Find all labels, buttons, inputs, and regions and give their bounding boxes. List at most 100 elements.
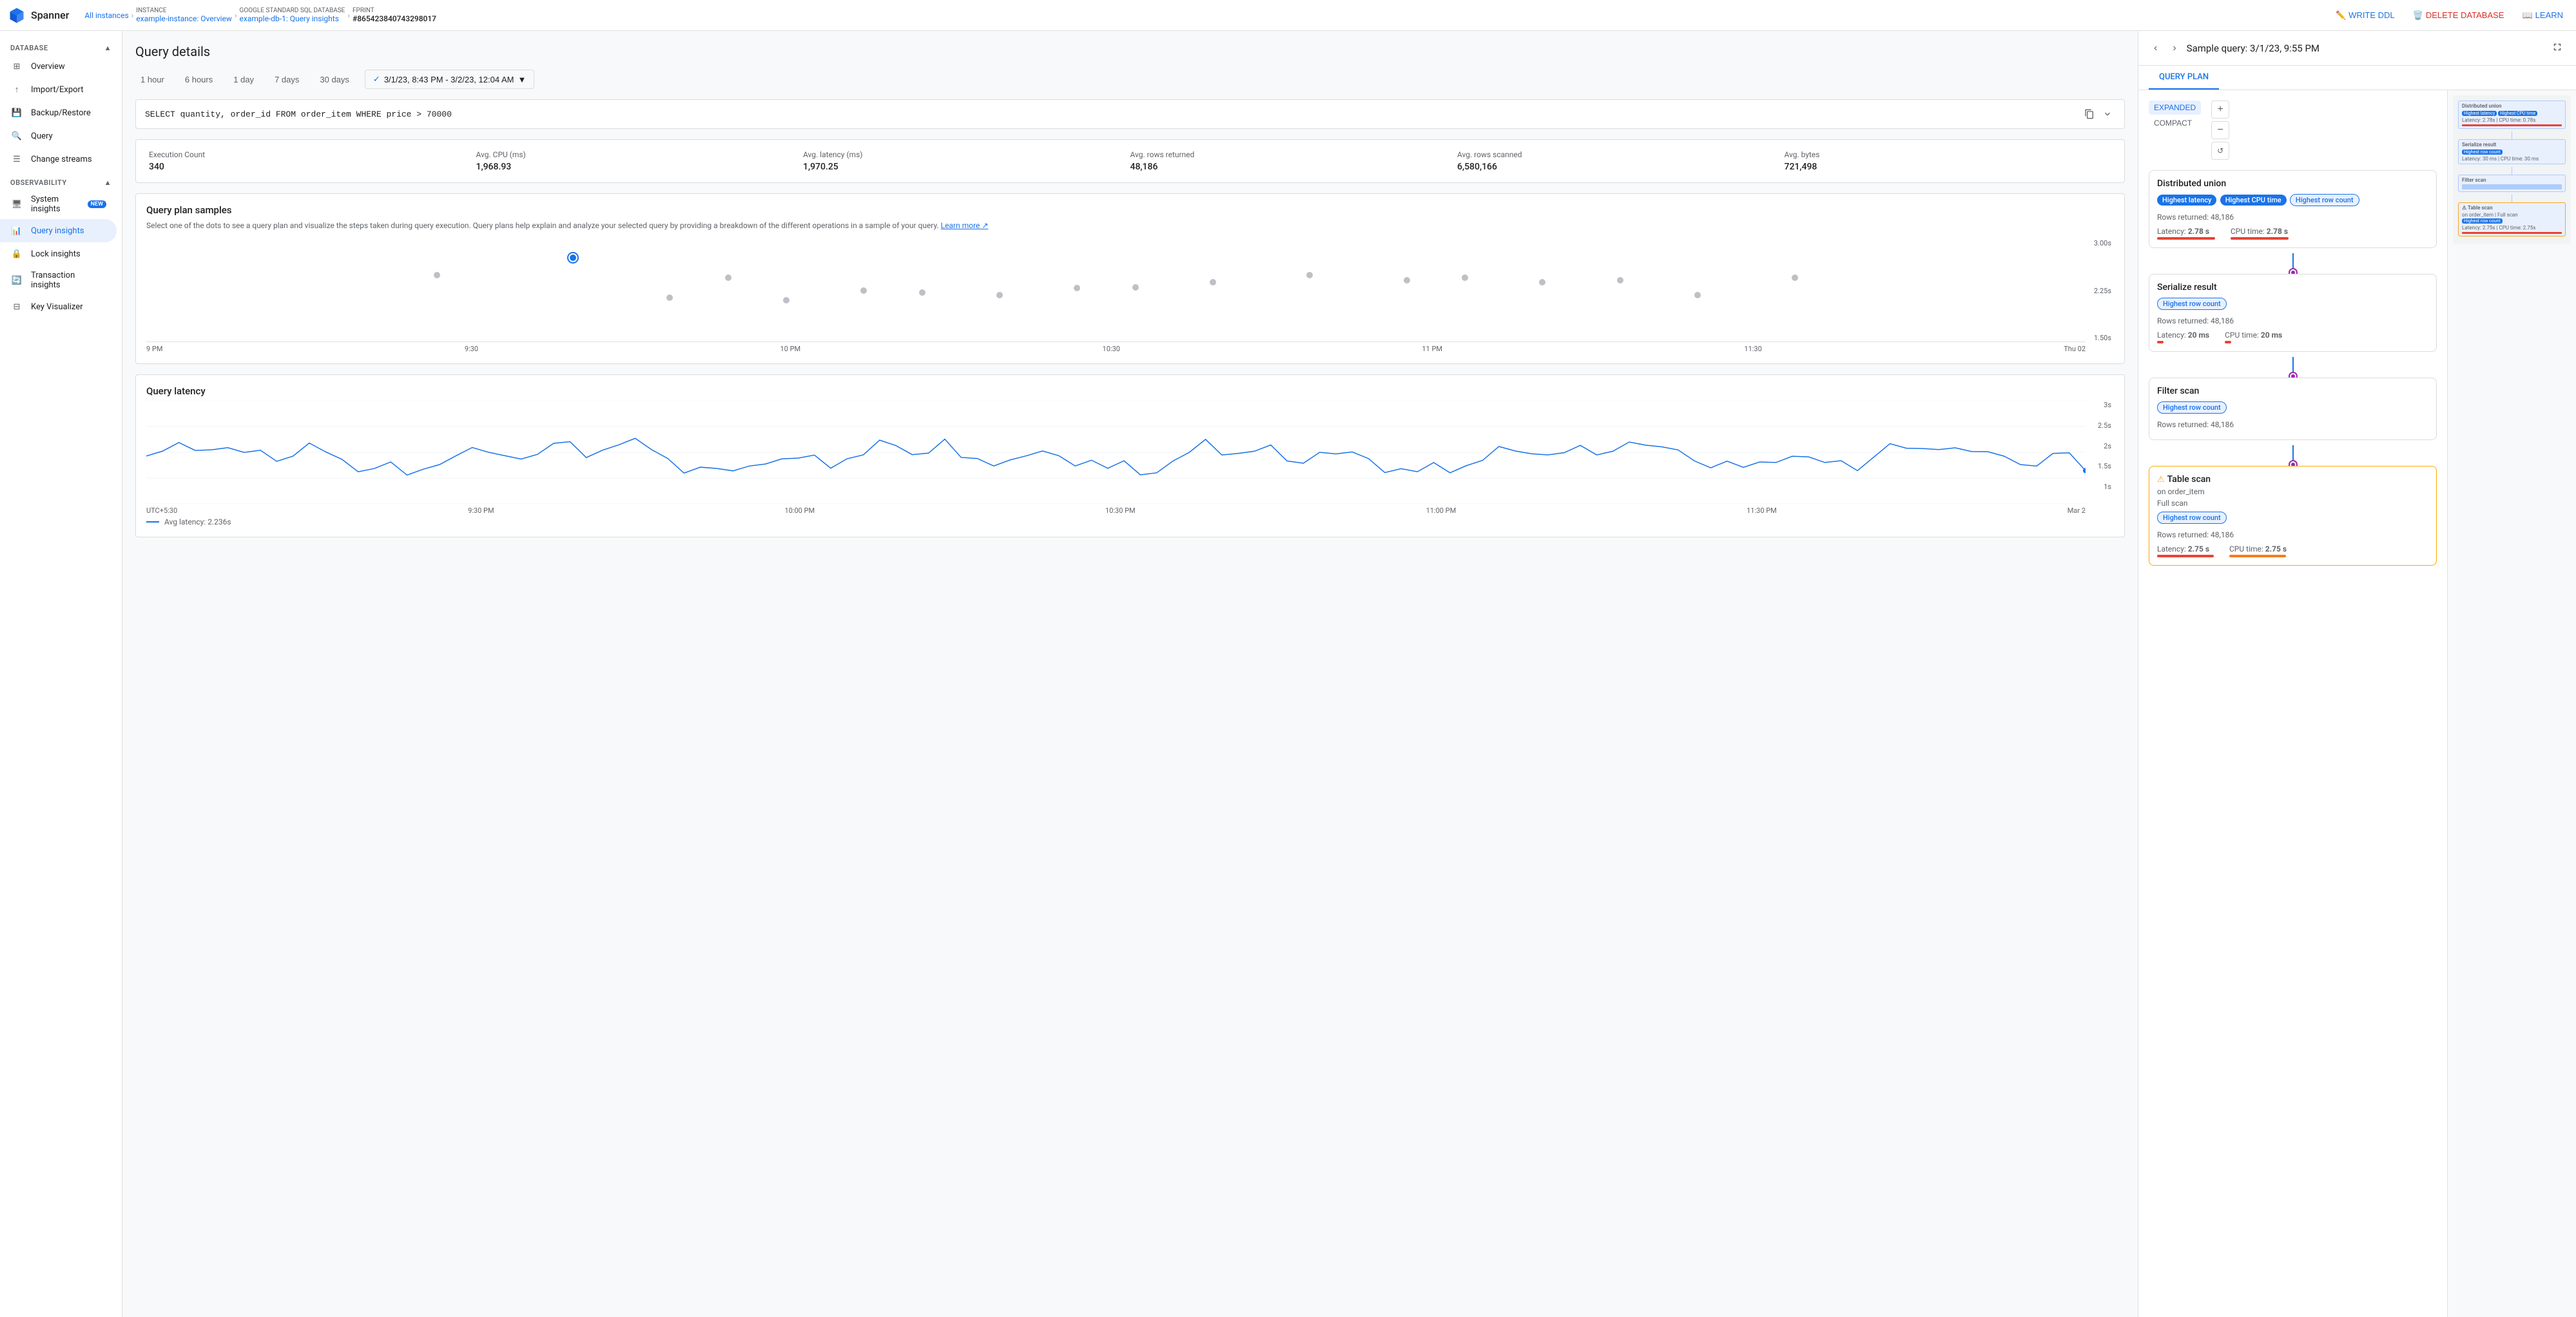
scatter-dot-16[interactable] (1694, 292, 1701, 298)
scatter-dot-10[interactable] (1210, 279, 1216, 285)
sidebar-item-query-insights[interactable]: 📊 Query insights (0, 219, 117, 242)
right-panel-header: ‹ › Sample query: 3/1/23, 9:55 PM (2138, 31, 2576, 66)
latency-bar-ts (2157, 555, 2214, 557)
scatter-dot-8[interactable] (919, 289, 925, 296)
badge-highest-row-count: Highest row count (2290, 194, 2359, 206)
zoom-reset-button[interactable]: ↺ (2211, 142, 2229, 160)
tab-query-plan[interactable]: QUERY PLAN (2149, 66, 2219, 90)
scatter-plot-container: 3.00s 2.25s 1.50s (146, 239, 2114, 342)
scatter-dot-11[interactable] (1306, 272, 1313, 278)
expand-sql-button[interactable] (2100, 106, 2115, 122)
page-title: Query details (135, 44, 2125, 59)
scatter-dot-13[interactable] (1462, 274, 1468, 281)
time-1d[interactable]: 1 day (228, 72, 259, 87)
latency-x-labels: UTC+5:30 9:30 PM 10:00 PM 10:30 PM 11:00… (146, 504, 2114, 515)
breadcrumb-database[interactable]: example-db-1: Query insights (240, 14, 339, 23)
scatter-dot-14[interactable] (1539, 279, 1545, 285)
plan-minimap: Distributed union Highest latency Highes… (2447, 90, 2576, 1317)
scatter-dot-17[interactable] (1792, 274, 1798, 281)
chart-icon: 📊 (10, 224, 23, 237)
badge-highest-row-count-fs: Highest row count (2157, 401, 2227, 414)
breadcrumb-all-instances[interactable]: All instances (84, 11, 128, 20)
scatter-dot-9[interactable] (1074, 285, 1080, 291)
latency-title: Query latency (146, 385, 2114, 397)
sidebar-item-transaction-insights[interactable]: 🔄 Transaction insights (0, 265, 117, 295)
write-ddl-button[interactable]: ✏️ WRITE DDL (2330, 6, 2400, 24)
scatter-dot-1[interactable] (434, 272, 440, 278)
scatter-dot-3[interactable] (860, 287, 867, 294)
list-icon: ☰ (10, 153, 23, 166)
scatter-dot-5[interactable] (1132, 284, 1139, 291)
chart-legend: Avg latency: 2.236s (146, 515, 2114, 526)
plan-left: EXPANDED COMPACT + − ↺ Distributed union (2138, 90, 2447, 1317)
sidebar-item-overview[interactable]: ⊞ Overview (0, 55, 117, 78)
query-icon: 🔍 (10, 130, 23, 142)
sql-box: SELECT quantity, order_id FROM order_ite… (135, 99, 2125, 129)
prev-sample-button[interactable]: ‹ (2149, 40, 2162, 57)
sidebar-item-change-streams[interactable]: ☰ Change streams (0, 148, 117, 171)
time-range-picker[interactable]: ✓ 3/1/23, 8:43 PM - 3/2/23, 12:04 AM ▼ (365, 70, 534, 89)
stat-avg-rows-returned: Avg. rows returned 48,186 (1130, 150, 1458, 172)
sidebar-item-import-export[interactable]: ↑ Import/Export (0, 78, 117, 101)
scatter-dot-15[interactable] (1617, 277, 1623, 284)
latency-bar-du (2157, 237, 2215, 240)
time-1h[interactable]: 1 hour (135, 72, 169, 87)
node-serialize-result: Serialize result Highest row count Rows … (2149, 274, 2437, 352)
sidebar-item-key-visualizer[interactable]: ⊟ Key Visualizer (0, 295, 117, 318)
connector-3 (2292, 445, 2294, 465)
connector-1 (2292, 253, 2294, 273)
learn-more-scatter-link[interactable]: Learn more ↗ (941, 221, 989, 230)
expand-panel-button[interactable] (2549, 39, 2566, 57)
app-logo: Spanner (8, 6, 79, 24)
scatter-chart-section: Query plan samples Select one of the dot… (135, 193, 2125, 364)
stats-row: Execution Count 340 Avg. CPU (ms) 1,968.… (135, 139, 2125, 183)
zoom-in-button[interactable]: + (2211, 101, 2229, 119)
query-plan-content: EXPANDED COMPACT + − ↺ Distributed union (2138, 90, 2576, 1317)
next-sample-button[interactable]: › (2167, 40, 2181, 57)
scatter-dot-4[interactable] (996, 292, 1003, 298)
node-filter-scan: Filter scan Highest row count Rows retur… (2149, 378, 2437, 440)
zoom-out-button[interactable]: − (2211, 121, 2229, 139)
key-visualizer-icon: ⊟ (10, 300, 23, 313)
scatter-dot-12[interactable] (1404, 277, 1410, 284)
scatter-dot-2[interactable] (725, 274, 731, 281)
learn-button[interactable]: 📖 LEARN (2517, 6, 2568, 24)
badge-highest-row-count-ts: Highest row count (2157, 512, 2227, 524)
badge-highest-latency: Highest latency (2157, 195, 2216, 206)
time-filters: 1 hour 6 hours 1 day 7 days 30 days ✓ 3/… (135, 70, 2125, 89)
stat-avg-bytes: Avg. bytes 721,498 (1785, 150, 2112, 172)
panel-title: Sample query: 3/1/23, 9:55 PM (2187, 43, 2544, 54)
sql-text: SELECT quantity, order_id FROM order_ite… (145, 110, 2077, 119)
scatter-desc: Select one of the dots to see a query pl… (146, 220, 2114, 231)
cpu-bar-du (2231, 237, 2289, 240)
main-layout: DATABASE ▲ ⊞ Overview ↑ Import/Export 💾 … (0, 31, 2576, 1317)
time-7d[interactable]: 7 days (269, 72, 304, 87)
time-6h[interactable]: 6 hours (180, 72, 218, 87)
cpu-bar-sr (2225, 341, 2231, 343)
delete-database-button[interactable]: 🗑️ DELETE DATABASE (2408, 6, 2510, 24)
sidebar-item-system-insights[interactable]: 🖥 System insights NEW (0, 189, 117, 219)
scatter-dot-0[interactable] (568, 253, 577, 262)
database-section-title[interactable]: DATABASE ▲ (0, 36, 122, 55)
compact-view-button[interactable]: COMPACT (2149, 116, 2201, 130)
scatter-plot (146, 239, 2086, 342)
scatter-dot-7[interactable] (783, 297, 789, 303)
expanded-view-button[interactable]: EXPANDED (2149, 101, 2201, 115)
stat-avg-cpu: Avg. CPU (ms) 1,968.93 (476, 150, 804, 172)
sidebar-item-query[interactable]: 🔍 Query (0, 124, 117, 148)
observability-section-title[interactable]: OBSERVABILITY ▲ (0, 171, 122, 189)
time-30d[interactable]: 30 days (315, 72, 354, 87)
stat-execution-count: Execution Count 340 (149, 150, 476, 172)
copy-sql-button[interactable] (2082, 106, 2097, 122)
sidebar: DATABASE ▲ ⊞ Overview ↑ Import/Export 💾 … (0, 31, 122, 1317)
dropdown-icon: ▼ (518, 75, 526, 84)
sidebar-item-backup-restore[interactable]: 💾 Backup/Restore (0, 101, 117, 124)
connector-2 (2292, 357, 2294, 376)
learn-icon: 📖 (2522, 10, 2532, 21)
breadcrumb-instance[interactable]: example-instance: Overview (136, 14, 232, 23)
grid-icon: ⊞ (10, 60, 23, 73)
scatter-dot-6[interactable] (666, 294, 673, 301)
query-plan-tabs: QUERY PLAN (2138, 66, 2576, 90)
sidebar-item-lock-insights[interactable]: 🔒 Lock insights (0, 242, 117, 265)
check-icon: ✓ (373, 74, 380, 84)
